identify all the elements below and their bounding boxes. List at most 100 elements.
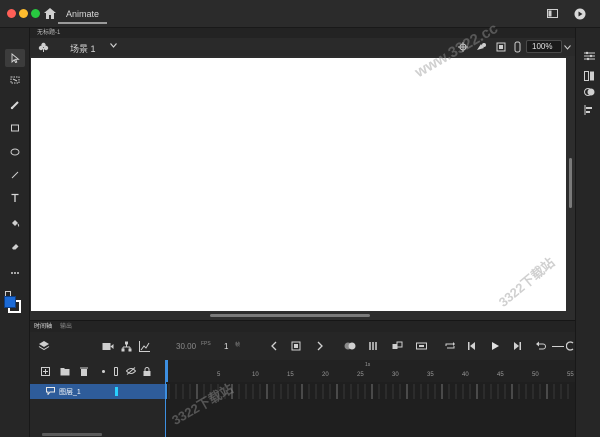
frame-cell[interactable] [308, 384, 310, 399]
frame-cell[interactable] [532, 384, 534, 399]
oval-tool-icon[interactable] [5, 143, 25, 161]
frame-cell[interactable] [273, 384, 275, 399]
frame-cell[interactable] [357, 384, 359, 399]
home-icon[interactable] [44, 8, 56, 19]
onion-skin-icon[interactable] [344, 340, 356, 352]
insert-frame-icon[interactable] [415, 340, 427, 352]
undo-icon[interactable] [534, 340, 546, 352]
text-tool-icon[interactable] [5, 189, 25, 207]
zoom-dropdown-icon[interactable] [564, 45, 571, 50]
frame-cell[interactable] [182, 384, 184, 399]
frame-cell[interactable] [315, 384, 317, 399]
frame-cell[interactable] [371, 384, 373, 399]
frame-cell[interactable] [497, 384, 499, 399]
create-tween-icon[interactable] [391, 340, 403, 352]
frame-cell[interactable] [518, 384, 520, 399]
edit-multiple-frames-icon[interactable] [368, 340, 380, 352]
fps-value[interactable]: 30.00 [176, 342, 196, 351]
align-panel-icon[interactable] [581, 102, 597, 118]
frame-cell[interactable] [168, 384, 170, 399]
camera-icon[interactable] [102, 340, 114, 352]
library-panel-icon[interactable] [581, 68, 597, 84]
frame-cell[interactable] [434, 384, 436, 399]
frame-cell[interactable] [350, 384, 352, 399]
frame-cell[interactable] [252, 384, 254, 399]
frame-cell[interactable] [420, 384, 422, 399]
frame-cell[interactable] [476, 384, 478, 399]
show-hide-icon[interactable] [126, 367, 136, 375]
play-icon[interactable] [489, 340, 501, 352]
frame-cell[interactable] [287, 384, 289, 399]
frame-cell[interactable] [413, 384, 415, 399]
frame-cell[interactable] [259, 384, 261, 399]
rotate-view-icon[interactable] [514, 41, 521, 53]
frame-cell[interactable] [567, 384, 569, 399]
layer-name[interactable]: 图层_1 [59, 387, 81, 397]
frame-cell[interactable] [343, 384, 345, 399]
step-back-icon[interactable] [466, 340, 478, 352]
clip-content-icon[interactable] [496, 42, 506, 52]
frame-cell[interactable] [294, 384, 296, 399]
frame-cell[interactable] [399, 384, 401, 399]
close-window-button[interactable] [7, 9, 16, 18]
frame-cell[interactable] [280, 384, 282, 399]
stage-canvas[interactable] [31, 58, 566, 311]
paint-bucket-tool-icon[interactable] [5, 214, 25, 232]
zoom-slider[interactable] [552, 346, 564, 347]
layers-icon[interactable] [38, 340, 50, 352]
frame-cell[interactable] [301, 384, 303, 399]
frame-cell[interactable] [553, 384, 555, 399]
scene-selector[interactable]: 场景 1 [70, 42, 96, 55]
horizontal-scrollbar[interactable] [210, 314, 370, 317]
highlight-layers-icon[interactable] [102, 370, 105, 373]
document-tab[interactable]: 无标题-1 [34, 28, 63, 38]
current-frame[interactable]: 1 [224, 342, 228, 351]
frame-cell[interactable] [448, 384, 450, 399]
frame-cell[interactable] [525, 384, 527, 399]
frame-cell[interactable] [511, 384, 513, 399]
next-keyframe-icon[interactable] [314, 340, 326, 352]
frame-cell[interactable] [462, 384, 464, 399]
eraser-tool-icon[interactable] [5, 237, 25, 255]
frame-cell[interactable] [546, 384, 548, 399]
delete-layer-icon[interactable] [80, 367, 88, 376]
layer-color-marker[interactable] [115, 387, 118, 396]
frame-cell[interactable] [392, 384, 394, 399]
new-folder-icon[interactable] [60, 367, 70, 376]
frame-cell[interactable] [322, 384, 324, 399]
outline-layers-icon[interactable] [114, 367, 118, 376]
test-movie-icon[interactable] [574, 8, 586, 20]
frame-cell[interactable] [175, 384, 177, 399]
frame-cell[interactable] [560, 384, 562, 399]
graph-icon[interactable] [138, 340, 150, 352]
frame-cell[interactable] [336, 384, 338, 399]
frame-cell[interactable] [378, 384, 380, 399]
playhead-marker[interactable] [165, 360, 168, 382]
layers-scrollbar[interactable] [42, 433, 102, 436]
app-tab[interactable]: Animate [58, 4, 108, 24]
parenting-icon[interactable] [120, 340, 132, 352]
loop-playback-icon[interactable] [444, 340, 456, 352]
line-tool-icon[interactable] [5, 166, 25, 184]
frame-cell[interactable] [385, 384, 387, 399]
assets-panel-icon[interactable] [581, 84, 597, 100]
lock-icon[interactable] [143, 367, 151, 376]
frame-cell[interactable] [455, 384, 457, 399]
properties-panel-icon[interactable] [581, 48, 597, 64]
frame-cell[interactable] [329, 384, 331, 399]
minimize-window-button[interactable] [19, 9, 28, 18]
more-tools-icon[interactable] [5, 264, 25, 282]
frame-cell[interactable] [364, 384, 366, 399]
new-layer-icon[interactable] [41, 367, 50, 376]
zoom-field[interactable]: 100% [526, 40, 562, 53]
fill-color-swatch[interactable] [4, 296, 16, 308]
frame-cell[interactable] [427, 384, 429, 399]
frame-cell[interactable] [266, 384, 268, 399]
frame-cell[interactable] [238, 384, 240, 399]
step-forward-icon[interactable] [511, 340, 523, 352]
free-transform-tool-icon[interactable] [5, 71, 25, 89]
frame-cell[interactable] [504, 384, 506, 399]
layer-row[interactable]: 图层_1 [30, 384, 165, 399]
frame-cell[interactable] [245, 384, 247, 399]
previous-keyframe-icon[interactable] [268, 340, 280, 352]
